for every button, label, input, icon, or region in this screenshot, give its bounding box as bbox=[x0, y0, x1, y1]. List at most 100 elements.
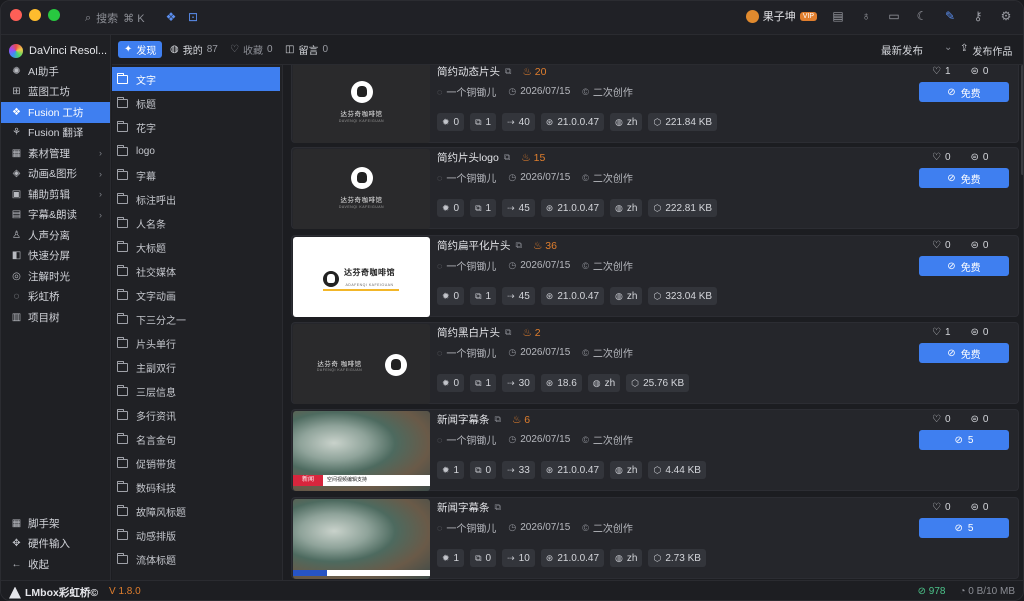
link-icon[interactable]: ⧉ bbox=[505, 327, 511, 338]
lightbulb-icon[interactable]: ♁ bbox=[859, 9, 873, 23]
tab-comments[interactable]: ◫ 留言 0 bbox=[285, 41, 328, 58]
template-thumbnail[interactable]: 新闻 空间视频编辑支持 bbox=[293, 411, 430, 491]
settings-icon[interactable]: ⚙ bbox=[999, 9, 1013, 23]
like-button[interactable]: ♡ 0 bbox=[932, 502, 951, 513]
comment-button[interactable]: ⊜ 0 bbox=[971, 502, 989, 513]
template-card[interactable]: 新闻 空间视频编辑支持 新闻字幕条 ⧉ ♨ 6 ◌ 一个铜锄儿 ◷ 2026/07/15 © 二次创… bbox=[291, 409, 1019, 491]
minimize-window-button[interactable] bbox=[29, 9, 41, 21]
nav-item-hardware[interactable]: ✥ 硬件输入 bbox=[1, 534, 111, 555]
link-icon[interactable]: ⧉ bbox=[516, 240, 522, 251]
calendar-icon[interactable]: ▤ bbox=[831, 9, 845, 23]
nav-item-fusion[interactable]: ❖ Fusion 工坊 bbox=[1, 102, 110, 123]
like-button[interactable]: ♡ 1 bbox=[932, 327, 951, 338]
template-thumbnail[interactable] bbox=[293, 499, 430, 579]
comment-button[interactable]: ⊜ 0 bbox=[971, 152, 989, 163]
focus-icon[interactable]: ⊡ bbox=[186, 10, 200, 24]
moon-icon[interactable]: ☾ bbox=[915, 9, 929, 23]
template-thumbnail[interactable]: 达芬奇咖啡馆 DAVENQI KAFEIGUAN bbox=[293, 65, 430, 143]
template-card[interactable]: 达芬奇咖啡馆 DAVENQI KAFEIGUAN 简约片头logo ⧉ ♨ 15 ◌ 一个铜… bbox=[291, 147, 1019, 229]
category-item[interactable]: 大标题 bbox=[112, 235, 282, 259]
nav-item-annotate[interactable]: ◎ 注解时光 bbox=[1, 266, 110, 287]
category-item[interactable]: 花字 bbox=[112, 115, 282, 139]
template-title[interactable]: 简约扁平化片头 bbox=[437, 238, 511, 253]
template-thumbnail[interactable]: 达芬奇咖啡馆 DAVENQI KAFEIGUAN bbox=[293, 149, 430, 229]
category-item[interactable]: 下三分之一 bbox=[112, 307, 282, 331]
template-card[interactable]: 达芬奇咖啡馆 ADAFENQI KAFEIGUAN 简约扁平化片头 ⧉ ♨ 36 ◌ 一个铜… bbox=[291, 235, 1019, 317]
link-icon[interactable]: ⧉ bbox=[495, 502, 501, 513]
like-button[interactable]: ♡ 0 bbox=[932, 152, 951, 163]
publish-button[interactable]: ⇪ 发布作品 bbox=[960, 43, 1012, 58]
nav-item-collapse[interactable]: ← 收起 bbox=[1, 554, 111, 575]
category-item[interactable]: 社交媒体 bbox=[112, 259, 282, 283]
comment-button[interactable]: ⊜ 0 bbox=[971, 327, 989, 338]
nav-item-caption[interactable]: ▤ 字幕&朗读 › bbox=[1, 205, 110, 226]
comment-button[interactable]: ⊜ 0 bbox=[971, 240, 989, 251]
message-icon[interactable]: ▭ bbox=[887, 9, 901, 23]
comment-button[interactable]: ⊜ 0 bbox=[971, 66, 989, 77]
nav-item-blueprint[interactable]: ⊞ 蓝图工坊 bbox=[1, 82, 110, 103]
category-item[interactable]: 促销带货 bbox=[112, 451, 282, 475]
category-item[interactable]: 文字 bbox=[112, 67, 280, 91]
like-button[interactable]: ♡ 0 bbox=[932, 414, 951, 425]
nav-item-split[interactable]: ◧ 快速分屏 bbox=[1, 246, 110, 267]
get-template-button[interactable]: ⊘ 免费 bbox=[919, 256, 1009, 276]
category-item[interactable]: 动感排版 bbox=[112, 523, 282, 547]
category-item[interactable]: 名言金句 bbox=[112, 427, 282, 451]
template-thumbnail[interactable]: 达芬奇咖啡馆 ADAFENQI KAFEIGUAN bbox=[293, 237, 430, 317]
category-item[interactable]: 标题 bbox=[112, 91, 282, 115]
category-item[interactable]: 三层信息 bbox=[112, 379, 282, 403]
template-card[interactable]: 新闻字幕条 ⧉ ◌ 一个铜锄儿 ◷ 2026/07/15 © 二次创作 ✹ 1 ⧉ 0 ⇢ 10 ⊛ 21.0… bbox=[291, 497, 1019, 579]
global-search[interactable]: ⌕ 搜索 ⌘ K bbox=[85, 10, 145, 26]
template-title[interactable]: 简约片头logo bbox=[437, 150, 499, 165]
sort-select[interactable]: 最新发布 bbox=[881, 43, 923, 58]
link-icon[interactable]: ⧉ bbox=[495, 414, 501, 425]
key-icon[interactable]: ⚷ bbox=[971, 9, 985, 23]
nav-item-grid[interactable]: ▦ 素材管理 › bbox=[1, 143, 110, 164]
fusion-logo-icon[interactable]: ❖ bbox=[164, 10, 178, 24]
category-item[interactable]: 数码科技 bbox=[112, 475, 282, 499]
get-template-button[interactable]: ⊘ 免费 bbox=[919, 343, 1009, 363]
app-brand[interactable]: DaVinci Resol... bbox=[1, 35, 110, 61]
category-item[interactable]: logo bbox=[112, 139, 282, 163]
category-item[interactable]: 字幕 bbox=[112, 163, 282, 187]
link-icon[interactable]: ⧉ bbox=[504, 152, 510, 163]
nav-item-clip[interactable]: ▣ 辅助剪辑 › bbox=[1, 184, 110, 205]
get-template-button[interactable]: ⊘ 5 bbox=[919, 430, 1009, 450]
category-item[interactable]: 文字动画 bbox=[112, 283, 282, 307]
nav-item-shapes[interactable]: ◈ 动画&图形 › bbox=[1, 164, 110, 185]
like-button[interactable]: ♡ 1 bbox=[932, 66, 951, 77]
get-template-button[interactable]: ⊘ 免费 bbox=[919, 82, 1009, 102]
nav-item-scaffold[interactable]: ▦ 脚手架 bbox=[1, 513, 111, 534]
template-thumbnail[interactable]: 达芬奇 咖啡馆 DAFENQI KAFEIGUAN bbox=[293, 324, 430, 404]
zoom-window-button[interactable] bbox=[48, 9, 60, 21]
link-icon[interactable]: ⧉ bbox=[505, 66, 511, 77]
nav-item-translate[interactable]: ⚘ Fusion 翻译 bbox=[1, 123, 110, 144]
comment-button[interactable]: ⊜ 0 bbox=[971, 414, 989, 425]
chevron-down-icon[interactable]: ⌄ bbox=[944, 42, 952, 53]
category-item[interactable]: 故障风标题 bbox=[112, 499, 282, 523]
nav-item-tree[interactable]: ▥ 项目树 bbox=[1, 307, 110, 328]
template-title[interactable]: 简约动态片头 bbox=[437, 65, 500, 79]
nav-item-sparkle[interactable]: ✺ AI助手 bbox=[1, 61, 110, 82]
tab-favorites[interactable]: ♡ 收藏 0 bbox=[230, 41, 273, 58]
category-item[interactable]: 片头单行 bbox=[112, 331, 282, 355]
nav-item-voice[interactable]: ♙ 人声分离 bbox=[1, 225, 110, 246]
template-card[interactable]: 达芬奇咖啡馆 DAVENQI KAFEIGUAN 简约动态片头 ⧉ ♨ 20 ◌ 一个铜锄儿… bbox=[291, 65, 1019, 143]
template-title[interactable]: 新闻字幕条 bbox=[437, 412, 490, 427]
user-menu[interactable]: 果子坤 VIP bbox=[745, 8, 817, 24]
get-template-button[interactable]: ⊘ 5 bbox=[919, 518, 1009, 538]
tab-mine[interactable]: ◍ 我的 87 bbox=[170, 41, 218, 58]
category-item[interactable]: 流体标题 bbox=[112, 547, 282, 571]
nav-item-rainbow[interactable]: ◌ 彩虹桥 bbox=[1, 287, 110, 308]
pin-icon[interactable]: ✎ bbox=[943, 9, 957, 23]
like-button[interactable]: ♡ 0 bbox=[932, 240, 951, 251]
close-window-button[interactable] bbox=[10, 9, 22, 21]
category-item[interactable]: 多行资讯 bbox=[112, 403, 282, 427]
template-title[interactable]: 新闻字幕条 bbox=[437, 500, 490, 515]
tab-discover[interactable]: ✦ 发现 bbox=[118, 41, 163, 58]
get-template-button[interactable]: ⊘ 免费 bbox=[919, 168, 1009, 188]
template-card[interactable]: 达芬奇 咖啡馆 DAFENQI KAFEIGUAN 简约黑白片头 ⧉ ♨ 2 ◌ 一个铜锄儿… bbox=[291, 322, 1019, 404]
category-item[interactable]: 标注呼出 bbox=[112, 187, 282, 211]
category-item[interactable]: 主副双行 bbox=[112, 355, 282, 379]
category-item[interactable]: 人名条 bbox=[112, 211, 282, 235]
